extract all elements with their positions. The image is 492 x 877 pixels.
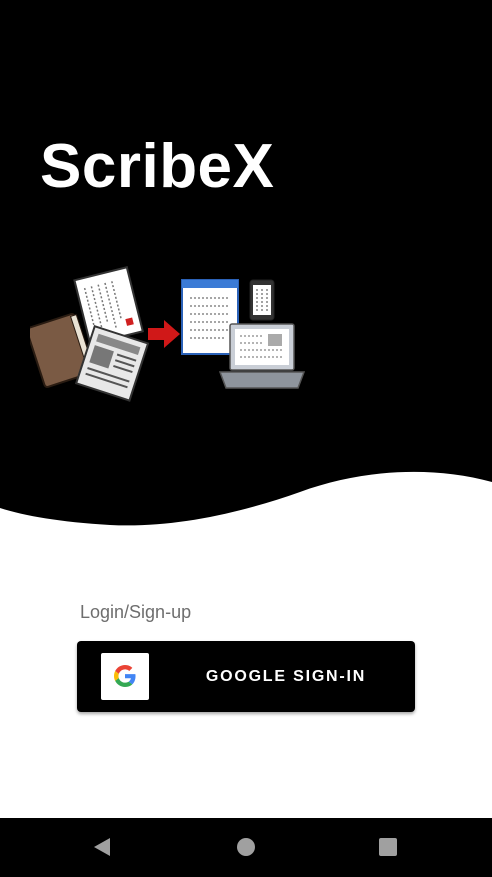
google-g-icon: [114, 665, 136, 687]
home-circle-icon: [237, 838, 255, 856]
google-sign-in-button[interactable]: GOOGLE SIGN-IN: [77, 641, 415, 712]
back-triangle-icon: [94, 838, 110, 856]
app-title: ScribeX: [40, 132, 275, 201]
login-screen: ScribeX Login/Sign-up GOOGLE SIGN-IN: [0, 0, 492, 877]
recents-square-icon: [379, 838, 397, 856]
newspaper-icon: [74, 324, 150, 402]
laptop-icon: [218, 323, 306, 389]
login-signup-label: Login/Sign-up: [80, 602, 192, 622]
google-sign-in-label: GOOGLE SIGN-IN: [205, 668, 367, 685]
smartphone-icon: [249, 279, 275, 321]
nav-back-button[interactable]: [82, 828, 122, 868]
nav-home-button[interactable]: [226, 828, 266, 868]
nav-recents-button[interactable]: [368, 828, 408, 868]
documents-to-digital-illustration: [25, 262, 310, 407]
google-logo-container: [101, 653, 149, 700]
system-navigation-bar: [0, 818, 492, 877]
arrow-right-icon: [148, 320, 180, 348]
